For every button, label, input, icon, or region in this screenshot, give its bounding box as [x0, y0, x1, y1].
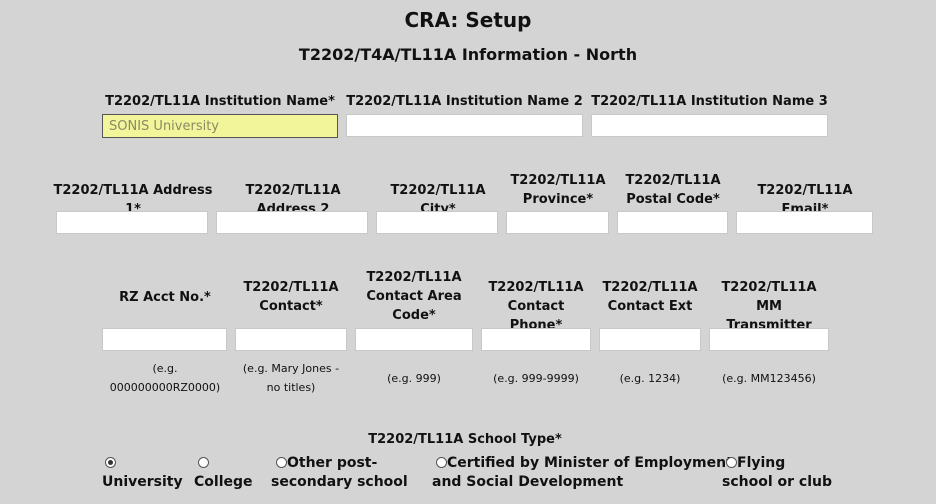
school-type-option-certified[interactable]: Certified by Minister of Employment and …	[432, 454, 733, 492]
contact-phone-hint: (e.g. 999-9999)	[493, 372, 579, 385]
province-label: T2202/TL11A Province*	[510, 173, 606, 207]
school-type-label: T2202/TL11A School Type*	[368, 432, 562, 447]
institution-name-input[interactable]	[102, 114, 338, 138]
postal-code-input[interactable]	[617, 211, 728, 234]
institution-name-2-label: T2202/TL11A Institution Name 2	[346, 94, 583, 109]
contact-area-code-input[interactable]	[355, 328, 473, 351]
province-input[interactable]	[506, 211, 609, 234]
mm-transmitter-hint: (e.g. MM123456)	[722, 372, 816, 385]
rz-acct-label: RZ Acct No.*	[119, 290, 211, 305]
institution-name-label: T2202/TL11A Institution Name*	[105, 94, 335, 109]
address-2-input[interactable]	[216, 211, 368, 234]
contact-ext-hint: (e.g. 1234)	[619, 372, 681, 385]
email-input[interactable]	[736, 211, 873, 234]
contact-area-code-hint: (e.g. 999)	[387, 372, 441, 385]
radio-icon[interactable]	[198, 457, 209, 468]
radio-icon[interactable]	[436, 457, 447, 468]
institution-name-3-label: T2202/TL11A Institution Name 3	[591, 94, 828, 109]
rz-acct-input[interactable]	[102, 328, 227, 351]
postal-code-label: T2202/TL11A Postal Code*	[625, 173, 721, 207]
mm-transmitter-input[interactable]	[709, 328, 829, 351]
radio-icon[interactable]	[726, 457, 737, 468]
address-1-input[interactable]	[56, 211, 208, 234]
school-type-option-flying-school[interactable]: Flying school or club	[722, 454, 832, 492]
contact-hint: (e.g. Mary Jones - no titles)	[242, 362, 340, 394]
school-type-option-university[interactable]: University	[102, 454, 183, 492]
page-subtitle: T2202/T4A/TL11A Information - North	[298, 45, 638, 64]
contact-phone-input[interactable]	[481, 328, 591, 351]
radio-selected-icon[interactable]	[105, 457, 116, 468]
radio-icon[interactable]	[276, 457, 287, 468]
rz-acct-hint: (e.g. 000000000RZ0000)	[109, 362, 221, 394]
contact-phone-label: T2202/TL11A Contact Phone*	[488, 280, 584, 333]
page-title: CRA: Setup	[404, 8, 532, 32]
contact-ext-input[interactable]	[599, 328, 701, 351]
school-type-option-other-post-secondary[interactable]: Other post- secondary school	[271, 454, 408, 492]
school-type-option-college[interactable]: College	[194, 454, 253, 492]
city-input[interactable]	[376, 211, 498, 234]
contact-label: T2202/TL11A Contact*	[243, 280, 339, 314]
contact-ext-label: T2202/TL11A Contact Ext	[602, 280, 698, 314]
contact-area-code-label: T2202/TL11A Contact Area Code*	[366, 270, 462, 323]
institution-name-2-input[interactable]	[346, 114, 583, 137]
institution-name-3-input[interactable]	[591, 114, 828, 137]
contact-input[interactable]	[235, 328, 347, 351]
